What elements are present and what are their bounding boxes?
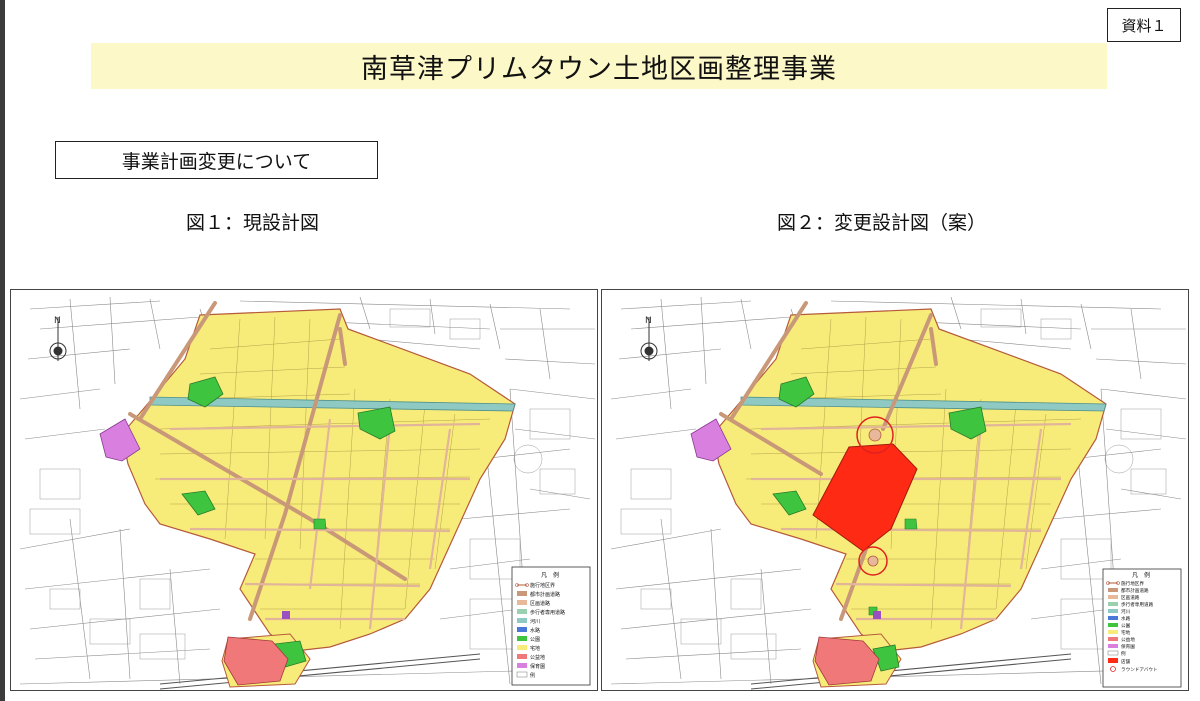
section-subtitle: 事業計画変更について	[55, 141, 378, 179]
svg-text:施行地区界: 施行地区界	[1121, 580, 1144, 587]
svg-text:公園: 公園	[1121, 623, 1131, 629]
svg-text:公益地: 公益地	[1121, 636, 1135, 643]
svg-text:宅地: 宅地	[1121, 629, 1131, 636]
svg-text:水路: 水路	[530, 627, 540, 634]
document-badge: 資料１	[1107, 8, 1181, 42]
figure-1-caption: 図１：現設計図	[186, 212, 320, 234]
svg-text:凡 例: 凡 例	[1132, 571, 1150, 579]
svg-text:公園: 公園	[530, 637, 540, 643]
svg-text:区画道路: 区画道路	[1121, 594, 1140, 601]
svg-text:区画道路: 区画道路	[530, 600, 550, 607]
svg-text:凡 例: 凡 例	[541, 571, 559, 579]
svg-text:歩行者専用道路: 歩行者専用道路	[1121, 601, 1154, 608]
svg-text:都市計画道路: 都市計画道路	[1121, 587, 1149, 594]
figure-2-map: N 凡 例 施行地区界 都市計画道路 区画道路 歩行者専用道路 河川 水路 公園…	[601, 289, 1189, 691]
svg-text:公益地: 公益地	[530, 654, 545, 661]
svg-text:例: 例	[530, 672, 535, 679]
svg-text:水路: 水路	[1121, 615, 1131, 622]
svg-text:都市計画道路: 都市計画道路	[530, 591, 560, 598]
svg-text:河川: 河川	[530, 618, 540, 625]
legend: 凡 例 施行地区界 都市計画道路 区画道路 歩行者専用道路 河川 水路 公園 宅…	[511, 566, 591, 686]
page-title: 南草津プリムタウン土地区画整理事業	[91, 43, 1107, 89]
north-label: N	[54, 316, 61, 326]
svg-text:ラウンドアバウト: ラウンドアバウト	[1121, 666, 1158, 673]
svg-text:例: 例	[1121, 650, 1126, 657]
svg-text:宅地: 宅地	[530, 645, 540, 652]
svg-text:保育園: 保育園	[1121, 643, 1135, 650]
north-label: N	[645, 316, 652, 326]
svg-text:店舗: 店舗	[1121, 658, 1131, 665]
svg-text:保育園: 保育園	[530, 663, 545, 670]
svg-text:施行地区界: 施行地区界	[530, 582, 555, 589]
figure-2-caption: 図２：変更設計図（案）	[777, 212, 987, 234]
page-edge	[0, 0, 5, 701]
svg-text:歩行者専用道路: 歩行者専用道路	[530, 609, 565, 616]
svg-text:河川: 河川	[1121, 608, 1131, 615]
figure-1-map: N 凡 例 施行地区界 都市計画道路 区画道路 歩行者専用道路 河川 水路 公園…	[10, 289, 598, 691]
legend: 凡 例 施行地区界 都市計画道路 区画道路 歩行者専用道路 河川 水路 公園 宅…	[1102, 568, 1182, 688]
